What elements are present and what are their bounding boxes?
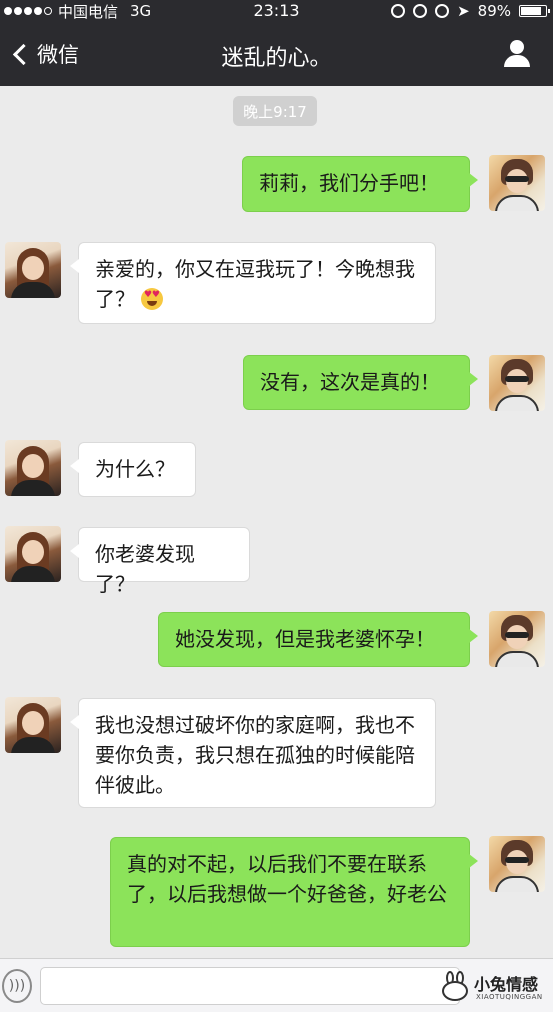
rotation-lock-icon [391,4,406,18]
alarm-icon [435,4,450,18]
voice-input-button[interactable]: ))) [2,969,32,1003]
watermark-subtitle: XIAOTUQINGGAN [476,993,543,1001]
incoming-message[interactable]: 为什么？ [70,442,196,497]
status-bar: 中国电信 3G 23:13 ➤ 89% [0,0,553,22]
watermark-logo: 小兔情感 XIAOTUQINGGAN [440,969,550,1009]
message-timestamp: 晚上9:17 [233,96,317,126]
battery-icon [519,5,550,17]
my-avatar[interactable] [489,355,545,411]
profile-button[interactable] [503,40,531,68]
contact-avatar[interactable] [5,526,61,582]
battery-fill [521,7,542,15]
watermark-title: 小兔情感 [474,975,539,994]
heart-eyes-emoji-icon [141,287,163,310]
battery-percent: 89% [477,2,511,20]
message-input[interactable] [40,967,460,1005]
location-arrow-icon: ➤ [457,2,470,20]
lock-icon [413,4,428,18]
outgoing-message[interactable]: 真的对不起，以后我们不要在联系了，以后我想做一个好爸爸，好老公 [110,837,478,947]
sound-wave-icon: ))) [8,978,26,994]
nav-bar: 微信 迷乱的心。 [0,22,553,86]
outgoing-message[interactable]: 她没发现，但是我老婆怀孕！ [158,612,478,667]
status-right: ➤ 89% [391,0,550,22]
contact-avatar[interactable] [5,242,61,298]
input-bar: ))) 小兔情感 XIAOTUQINGGAN [0,958,553,1012]
my-avatar[interactable] [489,836,545,892]
incoming-message[interactable]: 亲爱的，你又在逗我玩了！今晚想我了？ [70,242,436,324]
incoming-message[interactable]: 我也没想过破坏你的家庭啊，我也不要你负责，我只想在孤独的时候能陪伴彼此。 [70,698,436,808]
person-icon [510,40,524,54]
outgoing-message[interactable]: 莉莉，我们分手吧！ [242,156,478,212]
outgoing-message[interactable]: 没有，这次是真的！ [243,355,478,410]
my-avatar[interactable] [489,155,545,211]
contact-avatar[interactable] [5,440,61,496]
incoming-message[interactable]: 你老婆发现了？ [70,527,250,596]
rabbit-logo-icon [440,971,470,1001]
my-avatar[interactable] [489,611,545,667]
contact-avatar[interactable] [5,697,61,753]
chat-title: 迷乱的心。 [221,46,332,71]
